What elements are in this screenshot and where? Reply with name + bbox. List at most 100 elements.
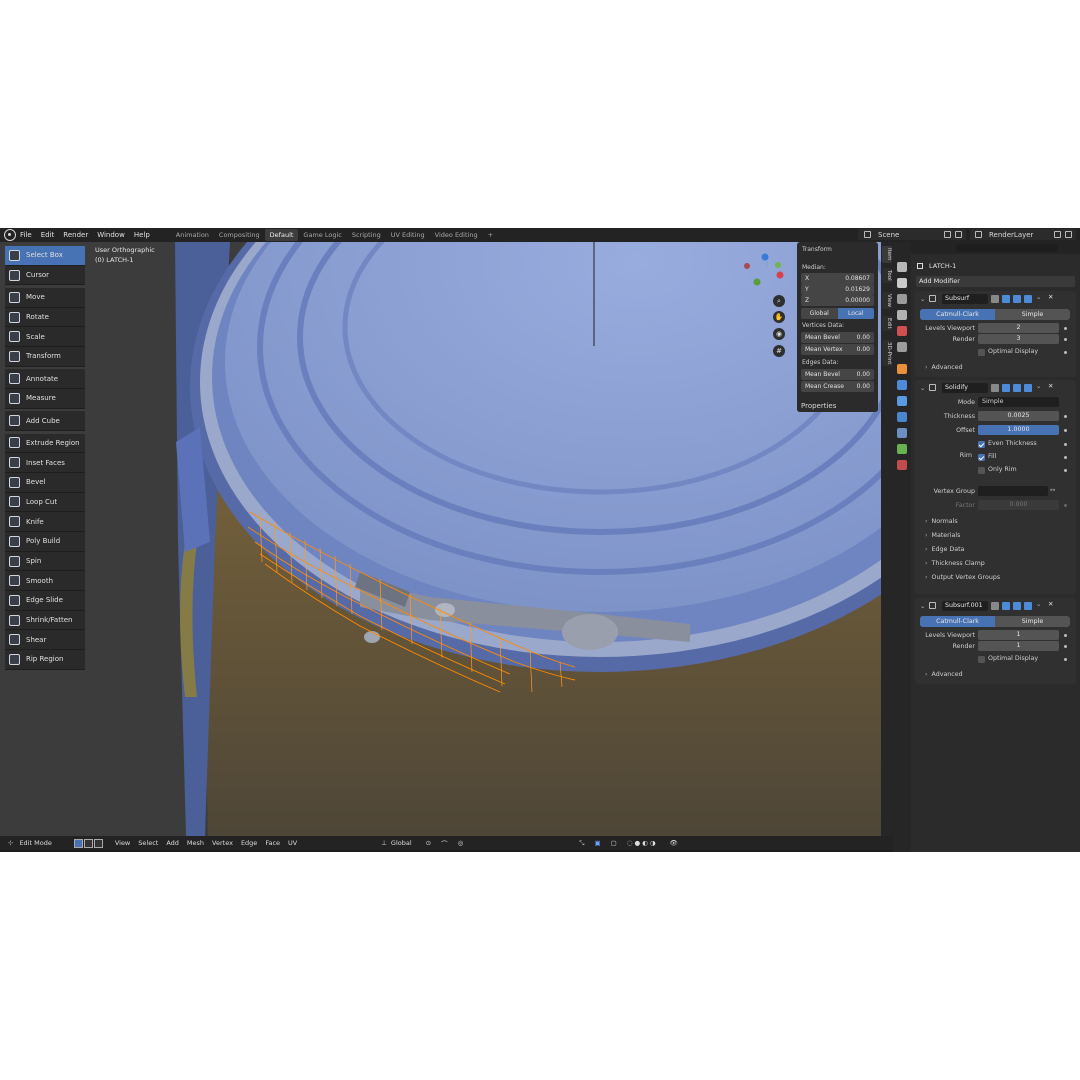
ortho-grid-icon[interactable]: #: [773, 345, 785, 357]
orientation-selector[interactable]: Global: [391, 839, 412, 847]
tab-scripting[interactable]: Scripting: [347, 229, 386, 241]
optimal-display-checkbox[interactable]: [978, 349, 985, 356]
menu-edit[interactable]: Edit: [41, 231, 55, 239]
delete-layer-icon[interactable]: [1065, 231, 1072, 238]
menu-window[interactable]: Window: [97, 231, 125, 239]
render-display-icon[interactable]: [1024, 295, 1032, 303]
vertex-select-icon[interactable]: [73, 838, 83, 848]
modifier-menu-icon[interactable]: ⌄: [1036, 600, 1041, 608]
tab-item[interactable]: Item: [882, 246, 892, 263]
normals-section[interactable]: Normals: [925, 518, 958, 525]
tool-knife[interactable]: Knife: [5, 512, 85, 532]
menu-vertex[interactable]: Vertex: [212, 839, 233, 847]
optimal-display-checkbox[interactable]: [978, 656, 985, 663]
subsurf-name-field[interactable]: Subsurf: [942, 294, 988, 304]
render-display-icon[interactable]: [1024, 384, 1032, 392]
tool-extrude-region[interactable]: Extrude Region: [5, 433, 85, 454]
modifier-menu-icon[interactable]: ⌄: [1036, 382, 1041, 390]
subsurf-001-name-field[interactable]: Subsurf.001: [942, 601, 988, 611]
face-select-icon[interactable]: [93, 838, 103, 848]
remove-modifier-icon[interactable]: ✕: [1048, 600, 1053, 608]
camera-view-icon[interactable]: ◉: [773, 328, 785, 340]
median-y-field[interactable]: Y 0.01629: [801, 284, 874, 295]
editmode-display-icon[interactable]: [1002, 602, 1010, 610]
tool-select-box[interactable]: Select Box: [5, 246, 85, 266]
tool-annotate[interactable]: Annotate: [5, 369, 85, 389]
menu-mesh[interactable]: Mesh: [187, 839, 204, 847]
mean-bevel-field[interactable]: Mean Bevel 0.00: [801, 332, 874, 343]
object-tab-icon[interactable]: [897, 364, 907, 374]
view-layer-tab-icon[interactable]: [897, 310, 907, 320]
tab-video-editing[interactable]: Video Editing: [430, 229, 483, 241]
edge-mean-bevel-field[interactable]: Mean Bevel 0.00: [801, 369, 874, 380]
remove-modifier-icon[interactable]: ✕: [1048, 293, 1053, 301]
modifier-menu-icon[interactable]: ⌄: [1036, 293, 1041, 301]
tool-bevel[interactable]: Bevel: [5, 472, 85, 493]
render-levels-field[interactable]: 3: [978, 334, 1059, 344]
edit-cage-icon[interactable]: [991, 384, 999, 392]
edge-select-icon[interactable]: [83, 838, 93, 848]
mean-crease-field[interactable]: Mean Crease 0.00: [801, 381, 874, 392]
offset-field[interactable]: 1.0000: [978, 425, 1059, 435]
tool-rotate[interactable]: Rotate: [5, 307, 85, 328]
simple-button[interactable]: Simple: [995, 309, 1070, 320]
mean-vertex-field[interactable]: Mean Vertex 0.00: [801, 344, 874, 355]
tab-tool[interactable]: Tool: [882, 268, 892, 283]
keyframe-dot-icon[interactable]: [1064, 634, 1067, 637]
thickness-clamp-section[interactable]: Thickness Clamp: [925, 560, 985, 567]
visibility-icon[interactable]: 👁: [669, 839, 677, 847]
keyframe-dot-icon[interactable]: [1064, 456, 1067, 459]
properties-search-input[interactable]: [956, 244, 1058, 252]
tab-animation[interactable]: Animation: [171, 229, 214, 241]
local-button[interactable]: Local: [837, 308, 874, 319]
viewport-display-icon[interactable]: [1013, 602, 1021, 610]
blender-logo-icon[interactable]: [4, 229, 16, 241]
tool-shear[interactable]: Shear: [5, 630, 85, 651]
levels-viewport-field[interactable]: 2: [978, 323, 1059, 333]
remove-modifier-icon[interactable]: ✕: [1048, 382, 1053, 390]
edit-cage-icon[interactable]: [991, 295, 999, 303]
tool-move[interactable]: Move: [5, 287, 85, 308]
collapse-chevron-icon[interactable]: ⌄: [920, 602, 925, 610]
gizmo-toggle-icon[interactable]: ⤡: [579, 839, 584, 848]
pan-hand-icon[interactable]: ✋: [773, 311, 785, 323]
tool-add-cube[interactable]: Add Cube: [5, 411, 85, 431]
keyframe-dot-icon[interactable]: [1064, 469, 1067, 472]
catmull-clark-button[interactable]: Catmull-Clark: [920, 309, 995, 320]
solid-shading-icon[interactable]: ●: [634, 839, 640, 847]
tab-edit[interactable]: Edit: [882, 316, 892, 331]
materials-section[interactable]: Materials: [925, 532, 961, 539]
median-x-field[interactable]: X 0.08607: [801, 273, 874, 284]
menu-view[interactable]: View: [115, 839, 130, 847]
render-display-icon[interactable]: [1024, 602, 1032, 610]
add-modifier-button[interactable]: Add Modifier: [916, 276, 1075, 287]
menu-add[interactable]: Add: [166, 839, 179, 847]
keyframe-dot-icon[interactable]: [1064, 327, 1067, 330]
advanced-section[interactable]: Advanced: [925, 364, 963, 371]
snap-icon[interactable]: ⌒: [441, 838, 448, 848]
keyframe-dot-icon[interactable]: [1064, 658, 1067, 661]
render-layer-selector[interactable]: RenderLayer: [970, 229, 1076, 240]
keyframe-dot-icon[interactable]: [1064, 415, 1067, 418]
editmode-display-icon[interactable]: [1002, 384, 1010, 392]
wireframe-shading-icon[interactable]: ◌: [627, 839, 633, 847]
tab-view[interactable]: View: [882, 292, 892, 310]
collapse-chevron-icon[interactable]: ⌄: [920, 295, 925, 303]
even-thickness-checkbox[interactable]: [978, 441, 985, 448]
tool-scale[interactable]: Scale: [5, 327, 85, 348]
keyframe-dot-icon[interactable]: [1064, 645, 1067, 648]
3d-viewport[interactable]: User Orthographic (0) LATCH-1 ⌕ ✋ ◉ #: [0, 242, 881, 836]
menu-face[interactable]: Face: [265, 839, 280, 847]
tool-loop-cut[interactable]: Loop Cut: [5, 492, 85, 513]
collapse-chevron-icon[interactable]: ⌄: [920, 384, 925, 392]
material-tab-icon[interactable]: [897, 460, 907, 470]
mode-selector[interactable]: Edit Mode: [19, 839, 51, 847]
levels-viewport-field[interactable]: 1: [978, 630, 1059, 640]
keyframe-dot-icon[interactable]: [1064, 443, 1067, 446]
median-z-field[interactable]: Z 0.00000: [801, 295, 874, 306]
global-button[interactable]: Global: [801, 310, 838, 317]
new-scene-icon[interactable]: [944, 231, 951, 238]
keyframe-dot-icon[interactable]: [1064, 351, 1067, 354]
viewport-display-icon[interactable]: [1013, 384, 1021, 392]
modifier-wrench-icon[interactable]: [897, 380, 907, 390]
